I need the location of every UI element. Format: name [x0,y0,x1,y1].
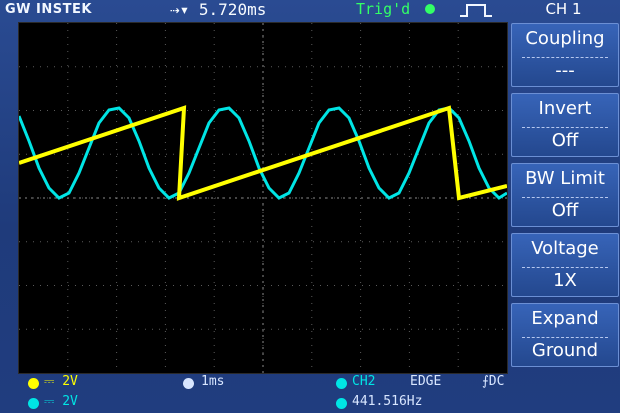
trigger-coupling: ⨍DC [482,374,505,389]
ch2-scale: ⎓ 2V [44,394,78,409]
expand-value: Ground [531,340,599,361]
time-position-value: 5.720ms [198,0,267,19]
invert-button[interactable]: Invert Off [511,93,619,157]
menu-separator [522,197,608,198]
invert-label: Invert [538,98,592,119]
expand-button[interactable]: Expand Ground [511,303,619,367]
ch1-scale: ⎓ 2V [44,374,78,389]
time-arrow-icon: ⇢▾ [170,0,190,19]
channel-menu-title: CH 1 [545,0,582,18]
dc-coupling-icon: ⎓ [44,394,63,409]
voltage-label: Voltage [531,238,599,259]
trigger-channel-icon [336,378,347,389]
waveform-display[interactable] [17,22,508,374]
coupling-label: Coupling [525,28,605,49]
trigger-type: EDGE [410,374,442,389]
coupling-value: --- [555,60,575,81]
voltage-value: 1X [553,270,577,291]
coupling-button[interactable]: Coupling --- [511,23,619,87]
frequency-readout: 441.516Hz [352,394,423,409]
trigger-source: CH2 [352,374,376,389]
bottom-status-bar: ⎓ 2V ⎓ 2V 1ms CH2 EDGE ⨍DC 441.516Hz [0,372,506,413]
slope-icon: ⨍ [482,374,489,389]
menu-separator [522,127,608,128]
menu-separator [522,267,608,268]
timebase-value: 1ms [201,374,225,389]
bw-limit-button[interactable]: BW Limit Off [511,163,619,227]
trigger-status: Trig'd [356,0,411,18]
timebase-icon [183,378,194,389]
top-status-bar: GW INSTEK ⇢▾ 5.720ms Trig'd [0,0,506,22]
ch1-indicator-icon [28,378,39,389]
ch2-indicator-icon [28,398,39,409]
waveform-graticule [17,23,508,373]
frequency-indicator-icon [336,398,347,409]
brand-logo: GW INSTEK [5,2,92,17]
voltage-button[interactable]: Voltage 1X [511,233,619,297]
bw-limit-value: Off [551,200,579,221]
expand-label: Expand [531,308,599,329]
menu-separator [522,57,608,58]
rising-edge-icon [460,4,492,17]
menu-separator [522,337,608,338]
channel-menu: CH 1 Coupling --- Invert Off BW Limit Of… [507,0,620,413]
dc-coupling-icon: ⎓ [44,374,63,389]
trigger-indicator-icon [425,4,435,14]
bw-limit-label: BW Limit [525,168,605,189]
time-position-readout: ⇢▾ 5.720ms [170,0,266,19]
invert-value: Off [551,130,579,151]
